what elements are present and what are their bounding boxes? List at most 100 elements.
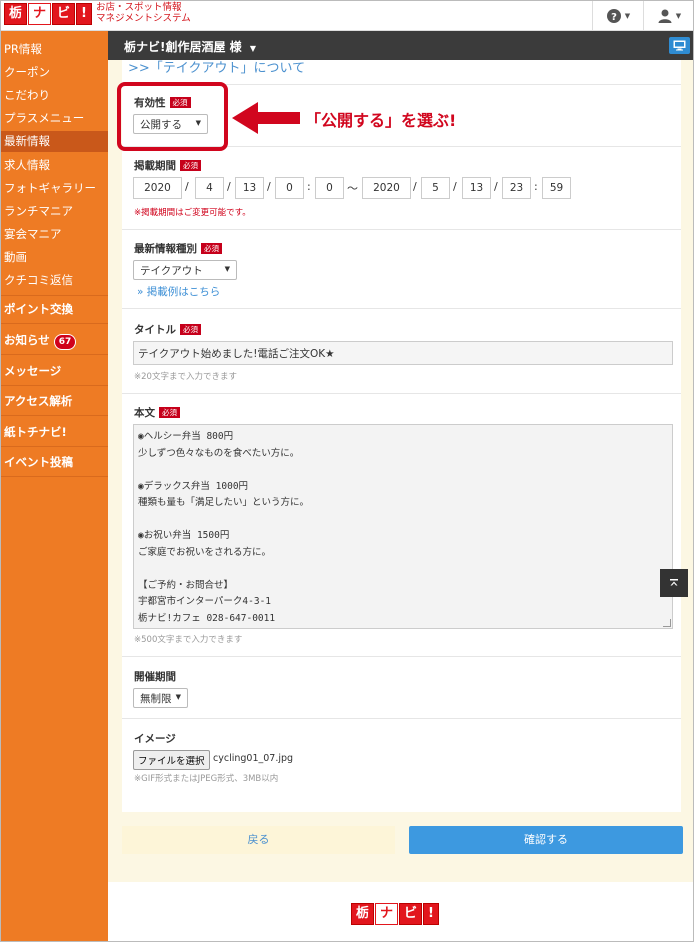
sidebar-item-event-post[interactable]: イベント投稿 xyxy=(0,454,108,470)
choose-file-button[interactable]: ファイルを選択 xyxy=(133,750,210,770)
sidebar-item-jobs[interactable]: 求人情報 xyxy=(0,157,108,173)
start-day-input[interactable]: 13 xyxy=(235,177,264,199)
duration-label: 開催期間 xyxy=(134,671,176,683)
sidebar: PR情報 クーポン こだわり プラスメニュー 最新情報 求人情報 フォトギャラリ… xyxy=(0,31,108,942)
start-minute-input[interactable]: 0 xyxy=(315,177,344,199)
logo-char: ビ xyxy=(52,3,76,25)
scroll-top-button[interactable] xyxy=(660,569,688,597)
title-input[interactable]: テイクアウト始めました!電話ご注文OK★ xyxy=(133,341,673,365)
sidebar-item-news[interactable]: 最新情報 xyxy=(0,131,108,152)
end-day-input[interactable]: 13 xyxy=(462,177,491,199)
required-badge: 必須 xyxy=(201,243,222,254)
site-logo[interactable]: 栃 ナ ビ ! xyxy=(4,3,93,25)
caret-down-icon: ▼ xyxy=(675,11,682,20)
date-separator: / xyxy=(413,180,417,193)
header-actions: ? ▼ ▼ xyxy=(592,0,694,31)
field-label: タイトル xyxy=(134,324,176,336)
sidebar-item-messages[interactable]: メッセージ xyxy=(0,363,108,379)
period-label: 掲載期間 必須 xyxy=(134,158,201,173)
row-divider xyxy=(122,393,681,394)
row-divider xyxy=(122,229,681,230)
sidebar-item-notices[interactable]: お知らせ 67 xyxy=(0,332,108,350)
selected-filename: cycling01_07.jpg xyxy=(213,753,294,764)
required-badge: 必須 xyxy=(159,407,180,418)
body-textarea[interactable]: ◉ヘルシー弁当 800円 少しずつ色々なものを食べたい方に。 ◉デラックス弁当 … xyxy=(133,424,673,629)
date-separator: / xyxy=(494,180,498,193)
logo-char: ナ xyxy=(375,903,399,925)
store-switcher[interactable]: 栃ナビ!創作居酒屋 様 ▼ xyxy=(124,38,256,55)
tagline: お店・スポット情報 マネジメントシステム xyxy=(96,2,191,24)
sidebar-item-plus-menu[interactable]: プラスメニュー xyxy=(0,110,108,126)
selected-value: テイクアウト xyxy=(140,265,203,277)
sidebar-item-banquet[interactable]: 宴会マニア xyxy=(0,226,108,242)
sidebar-divider xyxy=(0,385,108,386)
user-menu-button[interactable]: ▼ xyxy=(643,0,694,31)
row-divider xyxy=(122,656,681,657)
start-month-input[interactable]: 4 xyxy=(195,177,224,199)
sidebar-item-paper-tochinavi[interactable]: 紙トチナビ! xyxy=(0,424,108,440)
start-hour-input[interactable]: 0 xyxy=(275,177,304,199)
sidebar-item-kodawari[interactable]: こだわり xyxy=(0,87,108,103)
annotation-text: 「公開する」を選ぶ! xyxy=(305,111,457,130)
preview-button[interactable] xyxy=(669,37,690,54)
field-label: 掲載期間 xyxy=(134,160,176,172)
store-name: 栃ナビ!創作居酒屋 様 xyxy=(124,40,242,54)
date-separator: / xyxy=(185,180,189,193)
date-separator: / xyxy=(453,180,457,193)
selected-value: 無制限 xyxy=(140,693,172,705)
image-label: イメージ xyxy=(134,733,176,745)
sidebar-item-video[interactable]: 動画 xyxy=(0,249,108,265)
sidebar-item-photo-gallery[interactable]: フォトギャラリー xyxy=(0,180,108,196)
time-separator: : xyxy=(534,180,538,193)
sidebar-item-coupon[interactable]: クーポン xyxy=(0,64,108,80)
sidebar-item-review-reply[interactable]: クチコミ返信 xyxy=(0,272,108,288)
body-note: ※500文字まで入力できます xyxy=(134,635,243,645)
logo-char: ! xyxy=(76,3,92,25)
start-year-input[interactable]: 2020 xyxy=(133,177,182,199)
row-divider xyxy=(122,308,681,309)
time-separator: : xyxy=(307,180,311,193)
news-type-label: 最新情報種別 必須 xyxy=(134,241,222,256)
sidebar-divider xyxy=(0,354,108,355)
confirm-button[interactable]: 確認する xyxy=(409,826,683,854)
end-hour-input[interactable]: 23 xyxy=(502,177,531,199)
sidebar-item-lunch[interactable]: ランチマニア xyxy=(0,203,108,219)
help-menu-button[interactable]: ? ▼ xyxy=(592,0,643,31)
sidebar-divider xyxy=(0,323,108,324)
required-badge: 必須 xyxy=(180,324,201,335)
footer-logo[interactable]: 栃 ナ ビ ! xyxy=(351,903,440,925)
annotation-arrow-icon xyxy=(232,102,300,134)
body-text: ◉ヘルシー弁当 800円 少しずつ色々なものを食べたい方に。 ◉デラックス弁当 … xyxy=(138,431,310,624)
date-separator: / xyxy=(227,180,231,193)
required-badge: 必須 xyxy=(180,160,201,171)
section-heading: >>「テイクアウト」について xyxy=(128,61,306,76)
end-month-input[interactable]: 5 xyxy=(421,177,450,199)
caret-down-icon: ▼ xyxy=(624,11,631,20)
logo-char: 栃 xyxy=(351,903,375,925)
sidebar-item-analytics[interactable]: アクセス解析 xyxy=(0,393,108,409)
image-note: ※GIF形式またはJPEG形式、3MB以内 xyxy=(134,774,279,784)
caret-down-icon: ▼ xyxy=(249,44,256,53)
sidebar-divider xyxy=(0,446,108,447)
news-type-select[interactable]: テイクアウト ▼ xyxy=(133,260,237,280)
sidebar-item-label: お知らせ xyxy=(4,333,50,347)
sidebar-divider xyxy=(0,295,108,296)
footer: 栃 ナ ビ ! xyxy=(108,882,694,942)
duration-select[interactable]: 無制限 ▼ xyxy=(133,688,188,708)
arrow-up-to-top-icon xyxy=(670,579,678,586)
annotation-highlight-frame xyxy=(117,82,228,151)
sidebar-item-points[interactable]: ポイント交換 xyxy=(0,301,108,317)
end-year-input[interactable]: 2020 xyxy=(362,177,411,199)
logo-char: 栃 xyxy=(4,3,28,25)
end-minute-input[interactable]: 59 xyxy=(542,177,571,199)
body-label: 本文 必須 xyxy=(134,405,180,420)
tagline-line: マネジメントシステム xyxy=(96,13,191,24)
back-button[interactable]: 戻る xyxy=(122,826,395,854)
resize-handle[interactable] xyxy=(663,619,671,627)
logo-char: ビ xyxy=(399,903,423,925)
example-link[interactable]: » 掲載例はこちら xyxy=(137,284,220,299)
notice-count-badge: 67 xyxy=(53,334,77,350)
field-label: 本文 xyxy=(134,407,155,419)
sidebar-item-pr[interactable]: PR情報 xyxy=(0,41,108,57)
caret-down-icon: ▼ xyxy=(224,265,230,273)
